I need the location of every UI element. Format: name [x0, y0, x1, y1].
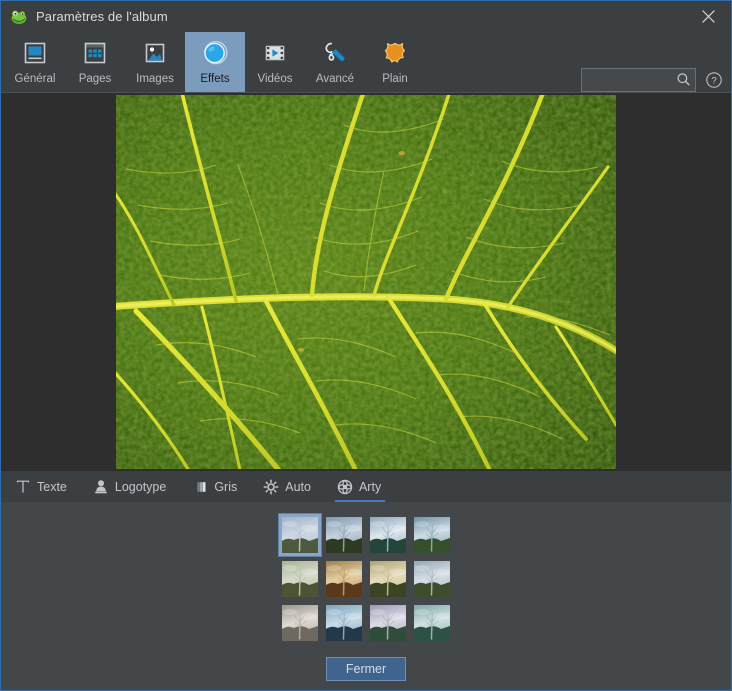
preset-thumbnail-cell[interactable]	[322, 513, 366, 557]
effect-tab-logotype[interactable]: Logotype	[91, 471, 177, 502]
stamp-icon	[93, 479, 109, 495]
tree-preset-thumbnail[interactable]	[326, 517, 362, 553]
toolbar-tab-label: Images	[136, 73, 174, 85]
titlebar: Paramètres de l'album	[1, 1, 731, 32]
preset-thumbnail-cell[interactable]	[410, 557, 454, 601]
effect-tab-auto[interactable]: Auto	[261, 471, 322, 502]
plain-star-icon	[379, 37, 411, 69]
toolbar-tab-effects[interactable]: Effets	[185, 32, 245, 92]
effect-tab-label: Arty	[358, 479, 382, 494]
preset-thumbnail-cell[interactable]	[278, 557, 322, 601]
leaf-photo[interactable]	[116, 95, 616, 469]
toolbar-tab-label: Plain	[382, 73, 408, 85]
tree-preset-thumbnail[interactable]	[282, 605, 318, 641]
toolbar-tab-list: Général Pages Images Effets Vidéos Avanc…	[5, 32, 425, 92]
tree-preset-thumbnail[interactable]	[326, 561, 362, 597]
auto-gear-icon	[263, 479, 279, 495]
effect-tab-strip: Texte Logotype Gris Auto Arty	[1, 471, 731, 502]
tree-preset-thumbnail[interactable]	[414, 517, 450, 553]
grayscale-bars-icon	[192, 479, 208, 495]
help-icon[interactable]: ?	[705, 71, 723, 89]
effect-tab-label: Logotype	[114, 479, 167, 494]
preset-grid	[278, 513, 454, 645]
svg-text:?: ?	[711, 76, 716, 87]
search-input[interactable]	[581, 68, 696, 92]
toolbar-tab-label: Pages	[78, 73, 112, 85]
tree-preset-thumbnail[interactable]	[370, 561, 406, 597]
effect-tab-arty[interactable]: Arty	[334, 471, 392, 502]
videos-icon	[259, 37, 291, 69]
toolbar-tab-advanced[interactable]: Avancé	[305, 32, 365, 92]
toolbar-tab-videos[interactable]: Vidéos	[245, 32, 305, 92]
images-icon	[139, 37, 171, 69]
tree-preset-thumbnail[interactable]	[414, 561, 450, 597]
tree-preset-thumbnail[interactable]	[414, 605, 450, 641]
fermer-button[interactable]: Fermer	[326, 657, 406, 681]
general-icon	[19, 37, 51, 69]
effect-tab-label: Texte	[37, 479, 67, 494]
frog-icon	[10, 8, 28, 26]
preset-thumbnail-cell[interactable]	[366, 601, 410, 645]
toolbar-tab-label: Général	[14, 73, 56, 85]
text-icon	[15, 479, 31, 495]
preset-thumbnail-cell[interactable]	[410, 601, 454, 645]
toolbar-tab-general[interactable]: Général	[5, 32, 65, 92]
close-icon[interactable]	[685, 1, 731, 32]
window-title: Paramètres de l'album	[36, 9, 168, 24]
toolbar-tab-label: Avancé	[315, 73, 355, 85]
search-box[interactable]	[581, 68, 696, 92]
advanced-wrench-icon	[319, 37, 351, 69]
toolbar-tab-plain[interactable]: Plain	[365, 32, 425, 92]
preset-thumbnail-cell[interactable]	[322, 601, 366, 645]
tree-preset-thumbnail[interactable]	[326, 605, 362, 641]
effects-icon	[199, 37, 231, 69]
toolbar-tab-label: Effets	[200, 73, 230, 85]
main-toolbar: Général Pages Images Effets Vidéos Avanc…	[1, 32, 731, 93]
toolbar-tab-images[interactable]: Images	[125, 32, 185, 92]
preset-thumbnail-cell[interactable]	[410, 513, 454, 557]
preset-thumbnail-cell[interactable]	[366, 557, 410, 601]
pages-icon	[79, 37, 111, 69]
tree-preset-thumbnail[interactable]	[370, 517, 406, 553]
preview-area	[1, 93, 731, 471]
preset-thumbnail-cell[interactable]	[322, 557, 366, 601]
tree-preset-thumbnail[interactable]	[282, 561, 318, 597]
effect-tab-gris[interactable]: Gris	[190, 471, 248, 502]
toolbar-tab-label: Vidéos	[257, 73, 293, 85]
album-settings-window: Paramètres de l'album Général Pages Imag…	[0, 0, 732, 691]
toolbar-tab-pages[interactable]: Pages	[65, 32, 125, 92]
flower-icon	[337, 479, 353, 495]
effect-tab-label: Gris	[214, 479, 238, 494]
preset-thumbnail-cell[interactable]	[278, 513, 322, 557]
preset-thumbnail-cell[interactable]	[278, 601, 322, 645]
effect-tab-texte[interactable]: Texte	[13, 471, 78, 502]
effect-tab-label: Auto	[285, 479, 311, 494]
tree-preset-thumbnail[interactable]	[282, 517, 318, 553]
toolbar-right-controls: ?	[581, 68, 723, 92]
preset-thumbnail-cell[interactable]	[366, 513, 410, 557]
tree-preset-thumbnail[interactable]	[370, 605, 406, 641]
dialog-footer: Fermer	[326, 645, 406, 690]
preset-thumbnail-panel: Fermer	[1, 502, 731, 690]
